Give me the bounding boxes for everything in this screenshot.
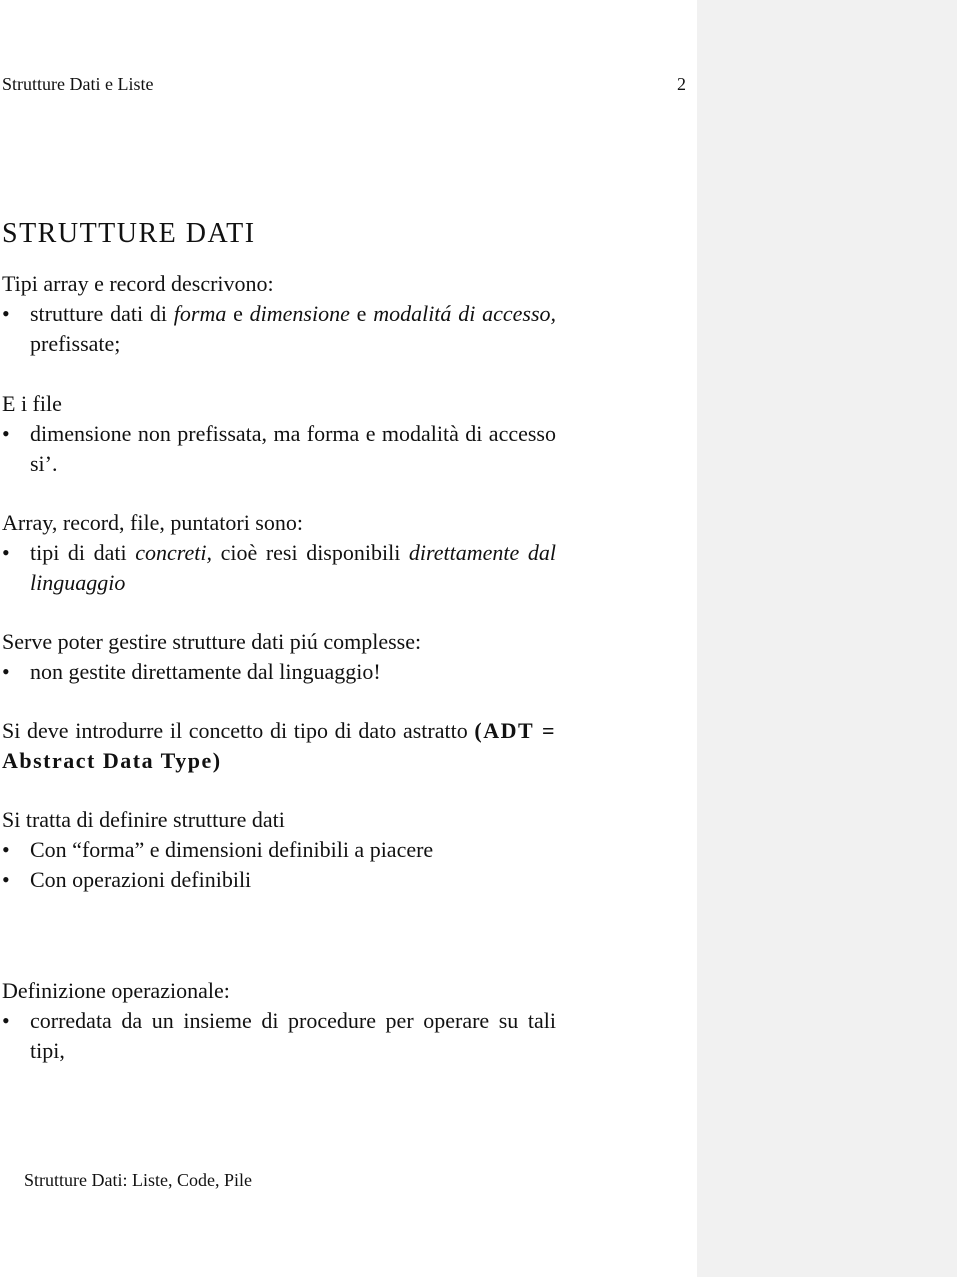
page-number: 2 [677, 74, 686, 94]
running-title: Strutture Dati e Liste [2, 74, 154, 94]
section-intro: Tipi array e record descrivono: [2, 271, 274, 296]
section-define-structures: Si tratta di definire strutture dati • C… [2, 805, 556, 895]
side-panel [697, 0, 957, 1277]
running-header: Strutture Dati e Liste 2 [2, 72, 686, 96]
section-intro: Array, record, file, puntatori sono: [2, 510, 303, 535]
list-item: • dimensione non prefissata, ma forma e … [2, 421, 556, 476]
bullet-icon: • [2, 1008, 10, 1033]
list-item: • Con “forma” e dimensioni definibili a … [2, 835, 556, 865]
section-adt: Si deve introdurre il concetto di tipo d… [2, 718, 556, 773]
bullet-icon: • [2, 301, 10, 326]
section-intro: Definizione operazionale: [2, 978, 230, 1003]
list-item: • Con operazioni definibili [2, 865, 556, 895]
bullet-icon: • [2, 659, 10, 684]
section-array-record: Tipi array e record descrivono: • strutt… [2, 269, 556, 359]
page-title: STRUTTURE DATI [2, 218, 256, 249]
bullet-icon: • [2, 540, 10, 565]
page-footer: Strutture Dati: Liste, Code, Pile [24, 1170, 252, 1190]
section-intro: Serve poter gestire strutture dati piú c… [2, 629, 422, 654]
emphasis: forma [173, 301, 227, 326]
bullet-icon: • [2, 421, 10, 446]
section-intro: Si tratta di definire strutture dati [2, 807, 285, 832]
list-item: • strutture dati di forma e dimensione e… [2, 301, 557, 356]
bullet-icon: • [2, 867, 10, 892]
section-file: E i file • dimensione non prefissata, ma… [2, 389, 556, 479]
emphasis: concreti, [135, 540, 212, 565]
emphasis: modalitá di accesso, [373, 301, 557, 326]
list-item: • corredata da un insieme di procedure p… [2, 1008, 556, 1063]
bullet-icon: • [2, 837, 10, 862]
section-operational-definition: Definizione operazionale: • corredata da… [2, 976, 556, 1066]
section-concrete-types: Array, record, file, puntatori sono: • t… [2, 508, 556, 598]
emphasis: dimensione [249, 301, 350, 326]
section-intro: E i file [2, 391, 62, 416]
list-item: • non gestite direttamente dal linguaggi… [2, 657, 556, 687]
section-complex-structures: Serve poter gestire strutture dati piú c… [2, 627, 556, 687]
list-item: • tipi di dati concreti, cioè resi dispo… [2, 540, 556, 595]
document-page: Strutture Dati e Liste 2 STRUTTURE DATI … [0, 0, 697, 1280]
